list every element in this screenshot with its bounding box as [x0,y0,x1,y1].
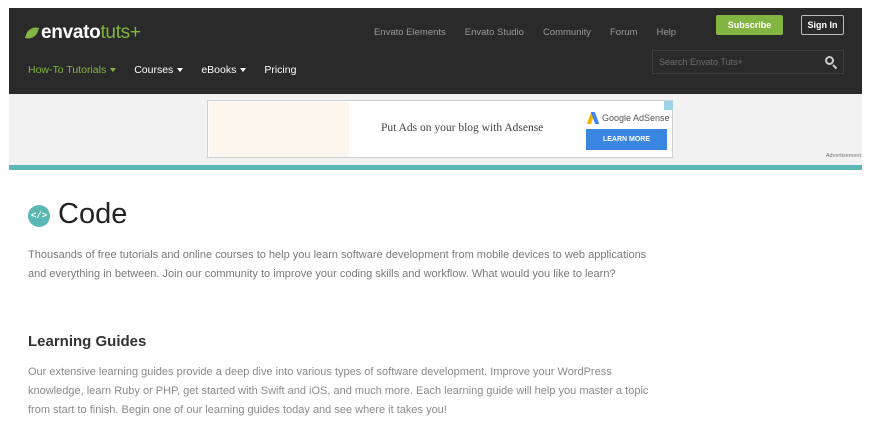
logo-main-text: envato [41,22,101,43]
nav-item-label: How-To Tutorials [28,64,107,76]
ad-headline: Put Ads on your blog with Adsense [381,122,544,134]
search-box [652,50,844,74]
envato-tuts-logo[interactable]: envato tuts+ [24,21,141,45]
chevron-down-icon [177,68,184,72]
nav-courses[interactable]: Courses [134,64,184,76]
search-input[interactable] [653,51,821,73]
subscribe-button[interactable]: Subscribe [716,15,783,35]
advertisement-label: Advertisement [825,153,861,159]
top-link-envato-studio[interactable]: Envato Studio [465,27,524,38]
page-title: Code [58,198,128,230]
code-category-icon: </> [28,205,50,227]
adsense-brand-text: Google AdSense [602,113,670,123]
nav-item-label: Pricing [264,64,297,76]
nav-ebooks[interactable]: eBooks [201,64,247,76]
chevron-down-icon [110,68,117,72]
google-adsense-logo: Google AdSense [586,112,670,124]
nav-how-to-tutorials[interactable]: How-To Tutorials [28,64,117,76]
top-link-help[interactable]: Help [656,27,676,38]
category-intro: Thousands of free tutorials and online c… [28,249,647,280]
chevron-down-icon [240,68,247,72]
logo-sub-text: tuts+ [100,22,141,43]
learning-guides-description: Our extensive learning guides provide a … [28,366,649,416]
adsense-banner[interactable]: Put Ads on your blog with Adsense Google… [207,100,673,158]
ad-image-area [209,102,349,157]
ad-choices-icon[interactable] [664,101,673,110]
category-accent-bar [9,165,862,170]
learn-more-button[interactable]: LEARN MORE [586,129,667,150]
top-links: Envato Elements Envato Studio Community … [374,27,676,38]
top-link-envato-elements[interactable]: Envato Elements [374,27,446,38]
nav-item-label: Courses [134,64,174,76]
sign-in-button[interactable]: Sign In [801,15,844,35]
main-nav: How-To Tutorials Courses eBooks Pricing [28,64,296,76]
search-icon[interactable] [821,51,843,73]
nav-item-label: eBooks [201,64,237,76]
adsense-logo-icon [586,112,600,124]
nav-pricing[interactable]: Pricing [264,64,296,76]
envato-leaf-icon [24,24,40,42]
learning-guides-heading: Learning Guides [28,333,147,350]
top-link-community[interactable]: Community [543,27,591,38]
top-link-forum[interactable]: Forum [610,27,637,38]
